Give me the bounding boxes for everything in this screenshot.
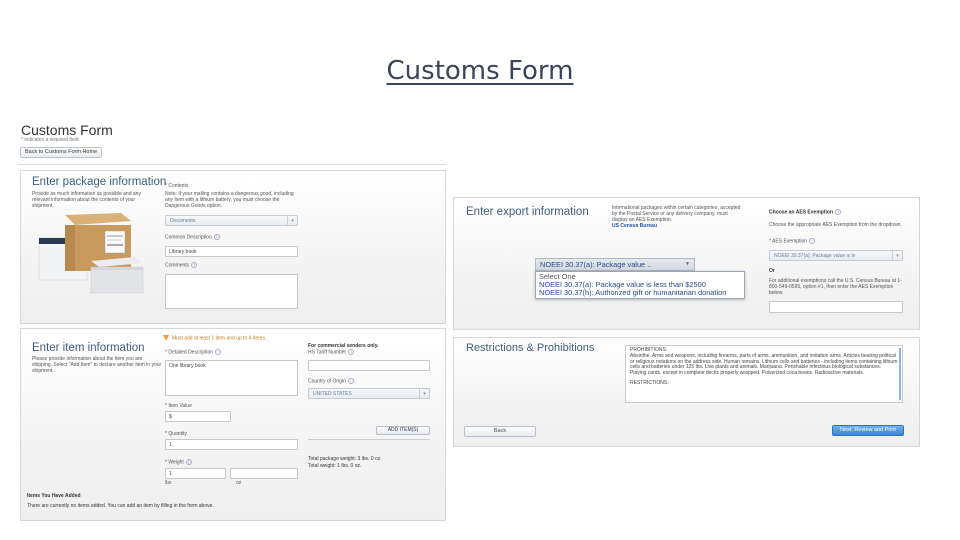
prohibitions-text: Absinthe. Arms and weapons, including fi… (630, 352, 898, 377)
slide-title: Customs Form (386, 56, 574, 86)
items-added-title: Items You Have Added (27, 493, 81, 499)
dropdown-option[interactable]: NOEEI 30.37(h): Authorized gift or human… (538, 289, 742, 297)
info-icon[interactable]: i (835, 209, 841, 215)
export-section-description: International packages within certain ca… (612, 205, 742, 229)
divider (308, 439, 430, 440)
item-info-panel: Enter item information Please provide in… (20, 328, 446, 521)
customs-form-screenshot-right: Enter export information International p… (453, 197, 920, 447)
restrictions-heading: RESTRICTIONS: (630, 379, 669, 386)
divider (18, 164, 446, 165)
country-origin-value: UNITED STATES (313, 391, 352, 397)
package-info-panel: Enter package information Provide as muc… (20, 170, 446, 324)
choose-aes-label-text: Choose an AES Exemption (769, 209, 833, 216)
census-bureau-link[interactable]: US Census Bureau (612, 223, 657, 229)
restrictions-textbox[interactable]: PROHIBITIONS: Absinthe. Arms and weapons… (625, 345, 903, 403)
detailed-description-textarea[interactable]: One library book (165, 360, 298, 396)
hs-tariff-label-text: HS Tariff Number (308, 349, 347, 356)
package-illustration (38, 213, 144, 294)
hs-tariff-label: HS Tariff Number i (308, 349, 355, 356)
contents-value: Documents (170, 218, 196, 224)
comments-label: Comments i (165, 262, 198, 269)
item-section-description: Please provide information about the ite… (32, 356, 162, 374)
additional-exemption-note: For additional exemptions call the U.S. … (769, 278, 902, 296)
country-origin-label: Country of Origin i (308, 378, 354, 384)
detailed-description-label-text: * Detailed Description (165, 349, 214, 356)
comments-label-text: Comments (165, 262, 190, 269)
choose-aes-desc: Choose the appropriate AES Exemption fro… (769, 222, 902, 228)
weight-lbs-unit: lbs (165, 480, 172, 486)
contents-select[interactable]: Documents ▾ (165, 215, 298, 226)
weight-label: * Weight i (165, 459, 192, 465)
contents-label: * Contents (165, 183, 189, 189)
info-icon[interactable]: i (347, 378, 354, 384)
item-section-title: Enter item information (32, 342, 145, 354)
hs-tariff-input[interactable] (308, 360, 430, 371)
info-icon[interactable]: i (185, 459, 192, 465)
quantity-label: * Quantity (165, 431, 187, 437)
info-icon[interactable]: i (215, 349, 222, 355)
total-package-weight: Total package weight: 3 lbs. 0 oz. (308, 456, 382, 462)
info-icon[interactable]: i (191, 262, 198, 268)
info-icon[interactable]: i (348, 349, 355, 355)
export-section-title: Enter export information (466, 206, 589, 218)
country-origin-label-text: Country of Origin (308, 378, 346, 385)
aes-exemption-label-text: * AES Exemption (769, 238, 808, 245)
common-description-label: Common Description i (165, 234, 220, 240)
aes-exemption-label: * AES Exemption i (769, 238, 816, 245)
required-note: * indicates a required field (21, 137, 79, 143)
chevron-down-icon: ▾ (287, 216, 297, 225)
chevron-down-icon: ▼ (685, 261, 690, 267)
item-warning: Must add at least 1 item and up to 4 ite… (163, 335, 266, 341)
page-title: Customs Form (21, 122, 113, 138)
aes-exemption-input[interactable] (769, 301, 903, 313)
customs-form-screenshot-left: Customs Form * indicates a required fiel… (18, 120, 448, 525)
warning-icon (163, 335, 169, 341)
quantity-input[interactable]: 1 (165, 439, 298, 450)
info-icon[interactable]: i (809, 238, 816, 244)
aes-dropdown-menu: Select One NOEEI 30.37(a): Package value… (535, 271, 745, 299)
country-origin-select[interactable]: UNITED STATES ▾ (308, 388, 430, 399)
common-description-label-text: Common Description (165, 234, 212, 241)
chevron-down-icon: ▾ (892, 251, 902, 260)
item-value-label: * Item Value (165, 403, 192, 409)
weight-oz-input[interactable] (230, 468, 298, 479)
aes-dropdown-selected: NOEEI 30.37(a): Package value .. (540, 260, 652, 269)
aes-exemption-value: NOEEI 30.37(a): Package value is le (774, 253, 856, 259)
package-section-title: Enter package information (32, 176, 167, 188)
weight-label-text: * Weight (165, 459, 184, 466)
chevron-down-icon: ▾ (419, 389, 429, 398)
item-value-input[interactable]: $ (165, 411, 231, 422)
next-review-print-button[interactable]: Next: Review and Print (832, 425, 904, 436)
comments-textarea[interactable] (165, 274, 298, 309)
scrollbar[interactable] (899, 348, 901, 400)
choose-aes-label: Choose an AES Exemption i (769, 209, 841, 215)
contents-note: Note: If your mailing contains a dangero… (165, 191, 294, 209)
common-description-input[interactable]: Library book (165, 246, 298, 257)
restrictions-section-title: Restrictions & Prohibitions (466, 342, 595, 354)
items-added-empty: There are currently no items added. You … (27, 503, 214, 509)
back-to-portal-button[interactable]: Back to Customs Form Home (20, 147, 103, 158)
weight-oz-unit: oz (236, 480, 242, 486)
total-weight: Total weight: 1 lbs. 0 oz. (308, 463, 362, 469)
aes-exemption-select[interactable]: NOEEI 30.37(a): Package value is le ▾ (769, 250, 903, 261)
aes-dropdown-trigger[interactable]: NOEEI 30.37(a): Package value .. ▼ (535, 258, 695, 271)
or-label: Or (769, 268, 775, 274)
back-button[interactable]: Back (464, 426, 536, 437)
item-warning-text: Must add at least 1 item and up to 4 ite… (172, 335, 267, 342)
detailed-description-label: * Detailed Description i (165, 349, 222, 356)
info-icon[interactable]: i (213, 234, 220, 240)
weight-lbs-input[interactable]: 1 (165, 468, 226, 479)
add-item-button[interactable]: ADD ITEM(S) (376, 426, 430, 435)
export-description-text: International packages within certain ca… (612, 205, 741, 223)
